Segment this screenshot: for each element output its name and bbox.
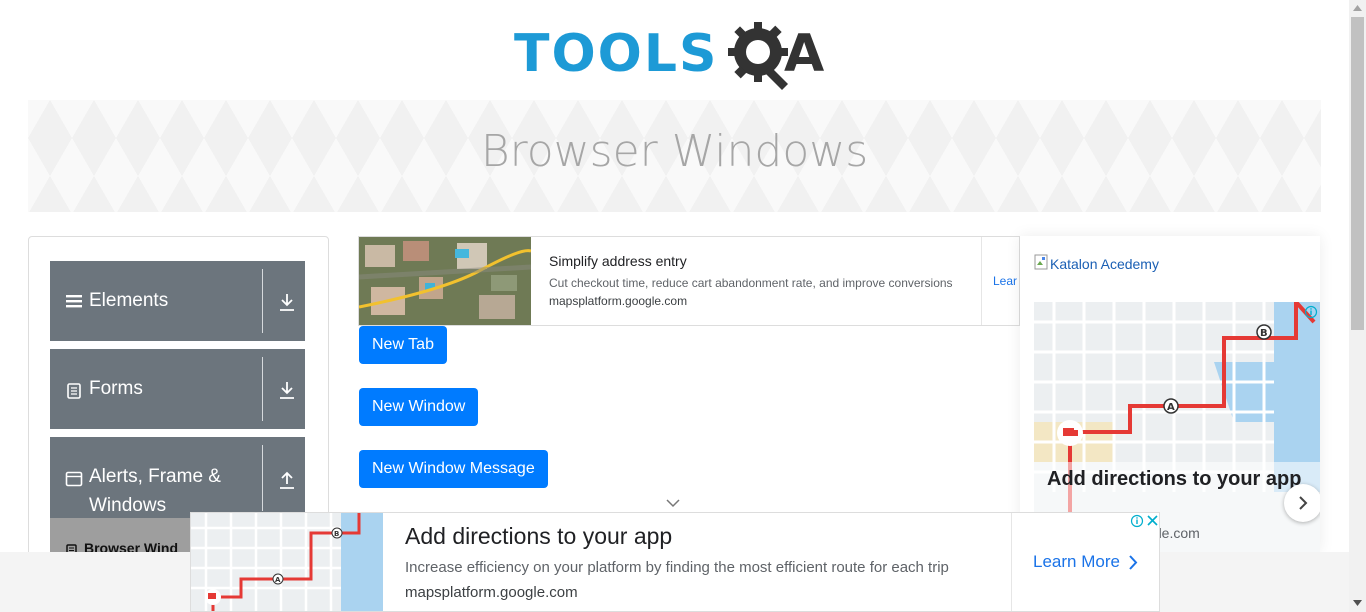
broken-image-icon (1034, 254, 1048, 270)
chevron-right-icon[interactable] (1128, 554, 1138, 571)
svg-text:A: A (275, 576, 281, 584)
ad-next-button[interactable] (1284, 484, 1320, 522)
new-window-message-button[interactable]: New Window Message (359, 450, 548, 488)
new-window-button[interactable]: New Window (359, 388, 479, 426)
top-ad-banner[interactable]: Simplify address entry Cut checkout time… (358, 236, 1020, 326)
ad-title: Simplify address entry (549, 253, 687, 269)
sidebar-group-label: Elements (89, 290, 169, 311)
route-map-image: A B (191, 513, 383, 611)
scrollbar-thumb[interactable] (1351, 17, 1364, 330)
chevron-down-icon[interactable] (666, 498, 680, 508)
sidebar-group-forms[interactable]: Forms (50, 349, 305, 429)
logo-text-tools: TOOLS (514, 24, 719, 84)
katalon-academy-image-link[interactable]: Katalon Acedemy (1050, 256, 1159, 272)
document-icon (67, 383, 81, 399)
new-tab-button[interactable]: New Tab (359, 326, 447, 364)
svg-text:B: B (334, 530, 339, 538)
scroll-down-arrow-icon[interactable] (1353, 600, 1362, 606)
bottom-ad-banner[interactable]: A B Add directions to your app Increase … (190, 512, 1160, 612)
page-title: Browser Windows (480, 126, 869, 177)
page: TOOLS A Browser Windows Elements Forms A… (0, 0, 1366, 612)
sidebar-group-label: Forms (89, 378, 143, 399)
download-arrow-icon[interactable] (278, 380, 296, 400)
toolsqa-logo[interactable]: TOOLS A (514, 16, 838, 92)
ad-aerial-photo (359, 237, 531, 325)
sidebar-group-label-line1: Alerts, Frame & (89, 466, 221, 487)
upload-arrow-icon[interactable] (278, 470, 296, 490)
svg-text:A: A (1167, 402, 1175, 413)
vertical-scrollbar[interactable] (1349, 0, 1366, 612)
ad-learn-more-link[interactable]: Lear (993, 274, 1017, 288)
divider (262, 269, 263, 333)
page-header-banner: Browser Windows (28, 100, 1321, 212)
svg-text:B: B (1260, 328, 1268, 339)
logo-text-a: A (784, 24, 827, 84)
ad-title: Add directions to your app (405, 523, 673, 549)
right-ad[interactable]: Katalon Acedemy A B Add directions to yo… (1020, 236, 1320, 552)
divider (1011, 513, 1012, 611)
ad-url: mapsplatform.google.com (549, 294, 688, 308)
sidebar-group-elements[interactable]: Elements (50, 261, 305, 341)
ad-description: Cut checkout time, reduce cart abandonme… (549, 276, 953, 290)
adchoices-icon[interactable] (1304, 304, 1320, 320)
ad-learn-more-link[interactable]: Learn More (1033, 552, 1120, 572)
ad-url: mapsplatform.google.com (405, 584, 578, 601)
divider (262, 445, 263, 511)
ad-description: Increase efficiency on your platform by … (405, 559, 949, 576)
sidebar-group-label-line2: Windows (89, 495, 167, 516)
hamburger-icon (66, 295, 82, 308)
divider (262, 357, 263, 421)
download-arrow-icon[interactable] (278, 292, 296, 312)
chevron-right-icon (1299, 496, 1308, 510)
ad-title: Add directions to your app (1047, 468, 1302, 490)
adchoices-icon[interactable] (1129, 513, 1160, 529)
scroll-up-arrow-icon[interactable] (1353, 5, 1362, 11)
sidebar-group-alerts-frame-windows[interactable]: Alerts, Frame & Windows (50, 437, 305, 519)
window-icon (65, 471, 83, 487)
divider (981, 237, 982, 325)
